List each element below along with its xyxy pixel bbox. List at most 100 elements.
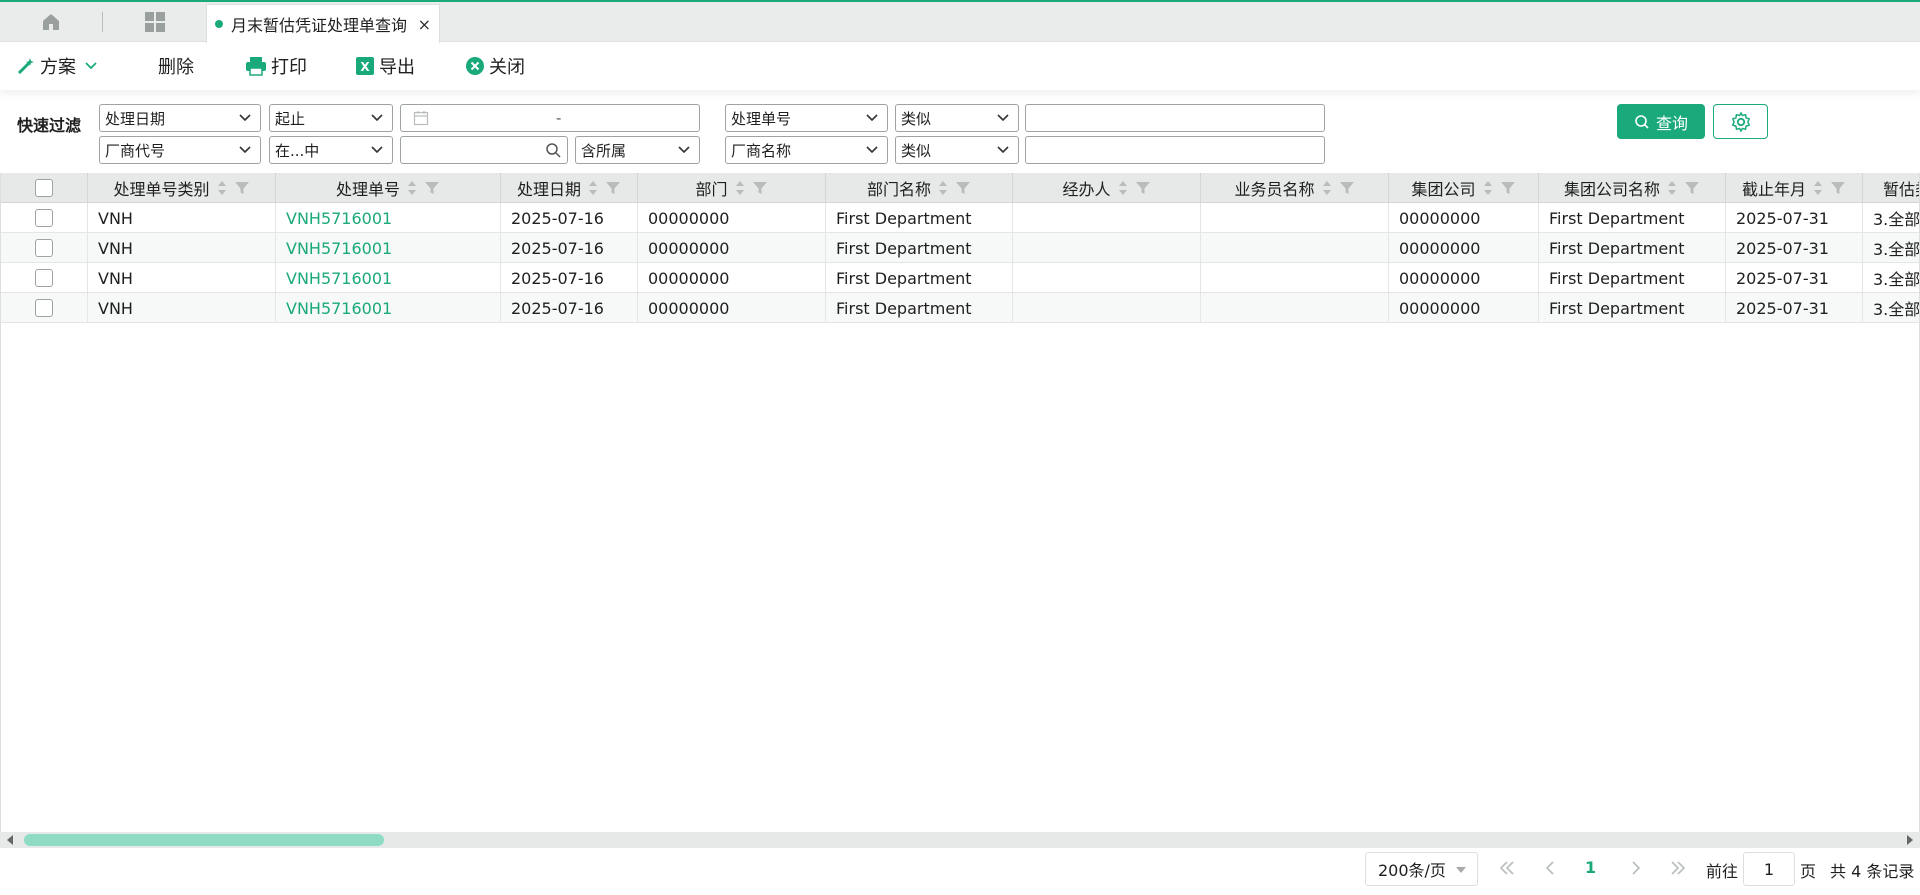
sort-filter-icons[interactable]: [937, 179, 971, 197]
export-button[interactable]: X 导出: [355, 42, 415, 90]
scope-select[interactable]: 含所属: [575, 136, 700, 164]
filter-op-select-3[interactable]: 在...中: [269, 136, 393, 164]
sort-filter-icons[interactable]: [1321, 179, 1355, 197]
vendor-name-input[interactable]: [1025, 136, 1325, 164]
cell-handler: [1013, 293, 1201, 323]
sort-icon[interactable]: [1482, 179, 1494, 197]
cell-type: VNH: [88, 233, 276, 263]
cell-estimate: 3.全部: [1863, 263, 1919, 293]
sort-icon[interactable]: [937, 179, 949, 197]
cell-handler: [1013, 233, 1201, 263]
column-header-group-name[interactable]: 集团公司名称: [1539, 173, 1726, 203]
table-row[interactable]: VNH VNH5716001 2025-07-16 00000000 First Dep…: [1, 203, 1919, 233]
cell-number[interactable]: VNH5716001: [276, 293, 501, 323]
sort-filter-icons[interactable]: [1117, 179, 1151, 197]
sort-filter-icons[interactable]: [587, 179, 621, 197]
filter-field-select-2[interactable]: 处理单号: [725, 104, 888, 132]
row-checkbox[interactable]: [35, 209, 53, 227]
apps-tab[interactable]: [103, 2, 206, 42]
cell-salesman: [1201, 293, 1389, 323]
order-number-input[interactable]: [1025, 104, 1325, 132]
sort-filter-icons[interactable]: [1812, 179, 1846, 197]
next-page-icon[interactable]: [1629, 858, 1643, 878]
last-page-icon[interactable]: [1669, 858, 1687, 878]
sort-icon[interactable]: [216, 179, 228, 197]
scroll-right-icon[interactable]: [1904, 832, 1916, 848]
row-checkbox[interactable]: [35, 239, 53, 257]
column-header-handler[interactable]: 经办人: [1013, 173, 1201, 203]
chevron-down-icon: [85, 62, 97, 70]
sort-filter-icons[interactable]: [216, 179, 250, 197]
filter-icon[interactable]: [1500, 180, 1516, 196]
filter-field-select-4[interactable]: 厂商名称: [725, 136, 888, 164]
filter-field-select-1[interactable]: 处理日期: [99, 104, 261, 132]
cell-number[interactable]: VNH5716001: [276, 203, 501, 233]
column-header-dept-name[interactable]: 部门名称: [826, 173, 1013, 203]
column-header-estimate[interactable]: 暂估类: [1863, 173, 1919, 203]
close-button[interactable]: 关闭: [465, 42, 525, 90]
filter-icon[interactable]: [234, 180, 250, 196]
column-header-dept[interactable]: 部门: [638, 173, 826, 203]
column-header-group[interactable]: 集团公司: [1389, 173, 1539, 203]
sort-icon[interactable]: [734, 179, 746, 197]
cell-number[interactable]: VNH5716001: [276, 233, 501, 263]
horizontal-scrollbar[interactable]: [0, 832, 1920, 848]
delete-label: 删除: [158, 57, 194, 78]
scroll-left-icon[interactable]: [4, 832, 16, 848]
table-row[interactable]: VNH VNH5716001 2025-07-16 00000000 First Dep…: [1, 293, 1919, 323]
filter-icon[interactable]: [1684, 180, 1700, 196]
cell-number[interactable]: VNH5716001: [276, 263, 501, 293]
column-header-label: 部门: [695, 180, 728, 199]
filter-op-select-1[interactable]: 起止: [269, 104, 393, 132]
column-header-number[interactable]: 处理单号: [276, 173, 501, 203]
sort-filter-icons[interactable]: [1482, 179, 1516, 197]
first-page-icon[interactable]: [1498, 858, 1516, 878]
filter-icon[interactable]: [605, 180, 621, 196]
filter-op-select-2[interactable]: 类似: [895, 104, 1019, 132]
sort-icon[interactable]: [406, 179, 418, 197]
date-range-input[interactable]: -: [400, 104, 700, 132]
prev-page-icon[interactable]: [1543, 858, 1557, 878]
sort-icon[interactable]: [587, 179, 599, 197]
filter-icon[interactable]: [1135, 180, 1151, 196]
column-header-date[interactable]: 处理日期: [501, 173, 638, 203]
gear-icon: [1731, 111, 1750, 132]
page-size-select[interactable]: 200条/页: [1365, 852, 1478, 886]
table-row[interactable]: VNH VNH5716001 2025-07-16 00000000 First Dep…: [1, 263, 1919, 293]
sort-filter-icons[interactable]: [734, 179, 768, 197]
scrollbar-thumb[interactable]: [24, 834, 384, 846]
table-row[interactable]: VNH VNH5716001 2025-07-16 00000000 First Dep…: [1, 233, 1919, 263]
column-header-cutoff[interactable]: 截止年月: [1726, 173, 1863, 203]
row-checkbox[interactable]: [35, 269, 53, 287]
goto-page-input[interactable]: 1: [1743, 852, 1795, 886]
sort-icon[interactable]: [1321, 179, 1333, 197]
sort-icon[interactable]: [1812, 179, 1824, 197]
column-header-salesman[interactable]: 业务员名称: [1201, 173, 1389, 203]
print-button[interactable]: 打印: [245, 42, 307, 90]
sort-filter-icons[interactable]: [1666, 179, 1700, 197]
filter-op-select-4[interactable]: 类似: [895, 136, 1019, 164]
filter-icon[interactable]: [424, 180, 440, 196]
row-checkbox[interactable]: [35, 299, 53, 317]
filter-field-select-3[interactable]: 厂商代号: [99, 136, 261, 164]
sort-filter-icons[interactable]: [406, 179, 440, 197]
tab-voucher-query[interactable]: 月末暂估凭证处理单查询 ×: [206, 4, 440, 43]
date-range-separator: -: [556, 109, 562, 127]
column-header-type[interactable]: 处理单号类别: [88, 173, 276, 203]
filter-icon[interactable]: [1339, 180, 1355, 196]
sort-icon[interactable]: [1666, 179, 1678, 197]
chevron-down-icon: [997, 146, 1009, 154]
settings-button[interactable]: [1713, 104, 1768, 139]
query-button[interactable]: 查询: [1617, 104, 1705, 139]
vendor-code-input[interactable]: [400, 136, 568, 164]
filter-icon[interactable]: [1830, 180, 1846, 196]
sort-icon[interactable]: [1117, 179, 1129, 197]
home-tab[interactable]: [0, 2, 102, 42]
filter-icon[interactable]: [955, 180, 971, 196]
delete-button[interactable]: 删除: [158, 42, 194, 90]
close-tab-icon[interactable]: ×: [418, 15, 431, 34]
select-all-checkbox[interactable]: [35, 179, 53, 197]
plan-button[interactable]: 方案: [16, 42, 102, 90]
filter-icon[interactable]: [752, 180, 768, 196]
current-page[interactable]: 1: [1585, 858, 1596, 877]
